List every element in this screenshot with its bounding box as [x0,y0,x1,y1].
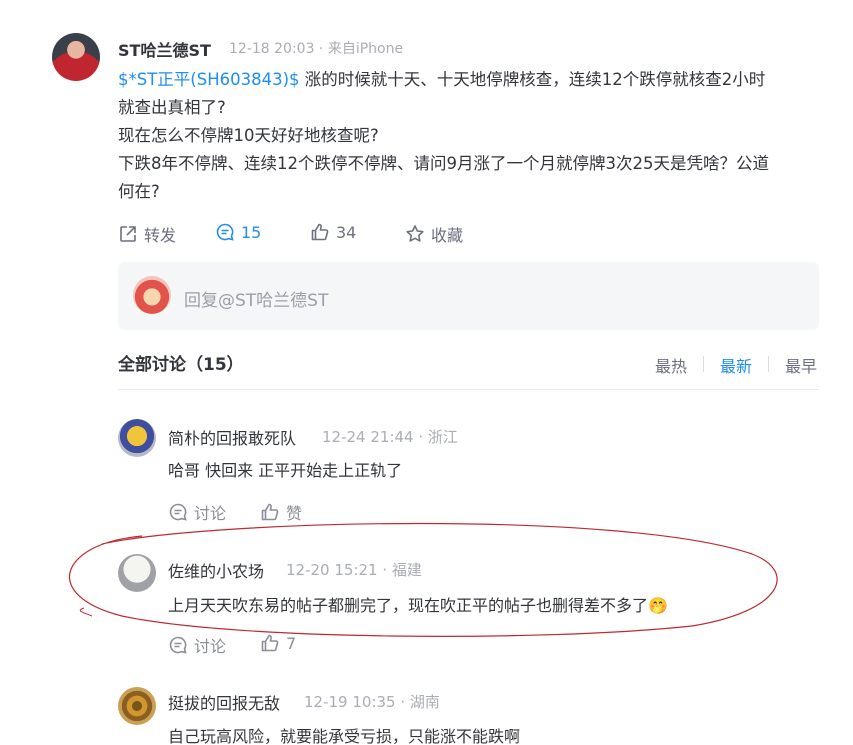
comment-text: 哈哥 快回来 正平开始走上正轨了 [168,461,403,480]
repost-label: 转发 [144,226,177,245]
post-line-1: $*ST正平(SH603843)$ 涨的时候就十天、十天地停牌核查，连续12个跌… [118,66,830,94]
post-author[interactable]: ST哈兰德ST [118,37,211,61]
reply-input[interactable]: 回复@ST哈兰德ST [184,286,328,311]
comment-author[interactable]: 简朴的回报敢死队 [168,425,296,449]
post-line-5: 何在? [118,182,160,201]
comment-avatar[interactable] [118,419,156,457]
sort-hot[interactable]: 最热 [655,353,687,377]
sort-divider [768,356,769,372]
discussion-title: 全部讨论（15） [118,355,244,375]
sort-divider [703,356,704,372]
post-line-4: 下跌8年不停牌、连续12个跌停不停牌、请问9月涨了一个月就停牌3次25天是凭啥？… [118,154,769,173]
comment-meta: 12-24 21:44 · 浙江 [322,428,458,446]
comment-meta: 12-19 10:35 · 湖南 [304,693,440,711]
thumbs-up-icon [311,223,329,241]
post-line-2: 就查出真相了? [118,98,226,117]
share-icon [120,226,136,242]
post-line-1-text: 涨的时候就十天、十天地停牌核查，连续12个跌停就核查2小时 [299,70,766,89]
repost-button[interactable]: 转发 [118,222,176,246]
like-count: 34 [336,222,357,242]
stock-link[interactable]: $*ST正平(SH603843)$ [118,70,300,89]
sort-latest[interactable]: 最新 [720,353,752,377]
annotation-ellipse [69,522,778,637]
star-icon [406,225,424,242]
favorite-button[interactable]: 收藏 [405,222,463,246]
favorite-label: 收藏 [431,226,464,245]
post-meta: 12-18 20:03 · 来自iPhone [229,41,404,57]
like-button[interactable]: 34 [310,222,356,242]
post-body: $*ST正平(SH603843)$ 涨的时候就十天、十天地停牌核查，连续12个跌… [118,66,830,206]
author-avatar[interactable] [52,33,100,81]
current-user-avatar [133,276,171,314]
comment-text: 自己玩高风险，就要能承受亏损，只能涨不能跌啊 [168,727,521,745]
comment-count: 15 [241,222,262,242]
comment-author[interactable]: 挺拔的回报无敌 [168,690,280,714]
sort-earliest[interactable]: 最早 [785,353,817,377]
post-line-3: 现在怎么不停牌10天好好地核查呢? [118,126,379,145]
comment-avatar[interactable] [118,687,156,725]
divider [118,389,819,390]
comment-button[interactable]: 15 [215,222,261,242]
comment-icon [216,223,234,241]
